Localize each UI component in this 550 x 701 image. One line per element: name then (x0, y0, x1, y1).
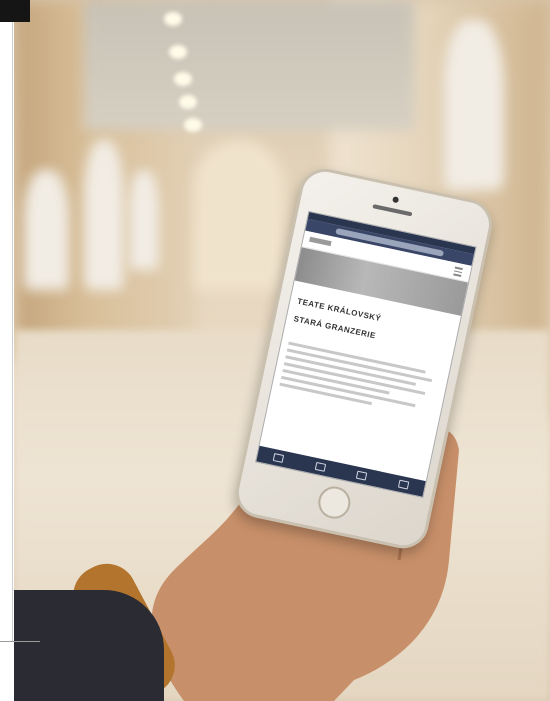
site-logo (309, 236, 332, 247)
sculpture (24, 170, 69, 290)
ceiling-light (164, 12, 182, 26)
bottom-divider (0, 641, 40, 642)
ceiling-light (179, 95, 197, 109)
ceiling-light (174, 72, 192, 86)
sculpture (129, 170, 159, 270)
corner-bar (0, 0, 30, 22)
gallery-photo: TEATE KRÁLOVSKÝ STARÁ GRANZERIE (14, 0, 550, 701)
dark-sleeve (14, 590, 164, 701)
phone-speaker (372, 204, 413, 217)
ceiling-light (169, 45, 187, 59)
gallery-arch (194, 140, 284, 290)
sculpture (84, 140, 124, 290)
bookmarks-icon (356, 470, 368, 481)
front-camera (392, 196, 400, 204)
ceiling-light (184, 118, 202, 132)
gallery-ceiling (84, 0, 414, 130)
screenshot-canvas: TEATE KRÁLOVSKÝ STARÁ GRANZERIE (0, 0, 550, 701)
hamburger-menu-icon (453, 266, 463, 277)
home-button (315, 483, 354, 522)
left-divider (12, 22, 13, 642)
share-icon (314, 461, 326, 472)
tabs-icon (397, 479, 410, 490)
sculpture (444, 20, 504, 190)
phone-screen: TEATE KRÁLOVSKÝ STARÁ GRANZERIE (255, 210, 477, 498)
back-icon (272, 453, 285, 463)
